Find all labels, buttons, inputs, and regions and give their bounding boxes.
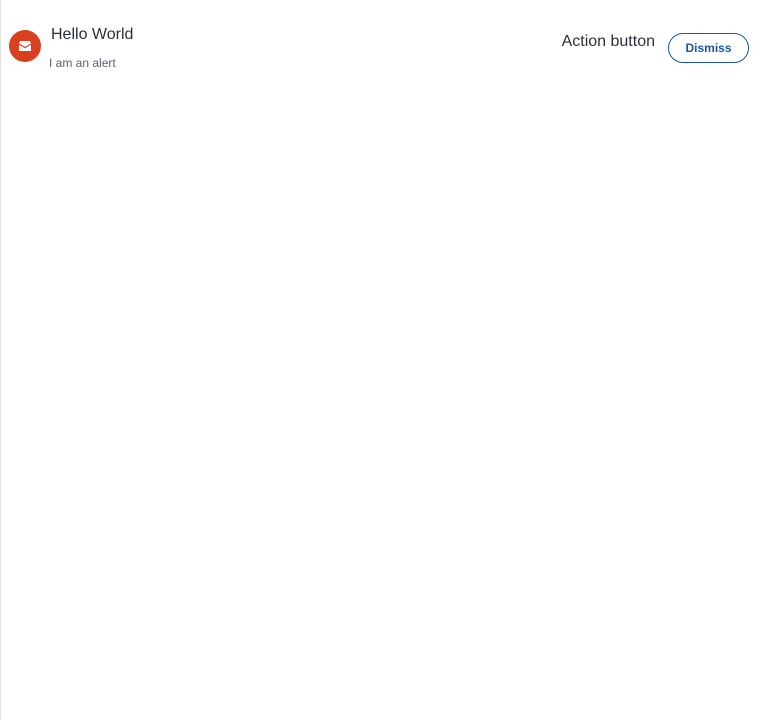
alert-title: Hello World <box>51 26 134 43</box>
alert-message: I am an alert <box>49 56 116 70</box>
dismiss-button[interactable]: Dismiss <box>668 33 749 63</box>
action-button[interactable]: Action button <box>562 32 655 52</box>
envelope-icon <box>9 30 41 62</box>
alert-banner: Hello World I am an alert Action button … <box>9 22 749 72</box>
page: Hello World I am an alert Action button … <box>0 0 767 720</box>
